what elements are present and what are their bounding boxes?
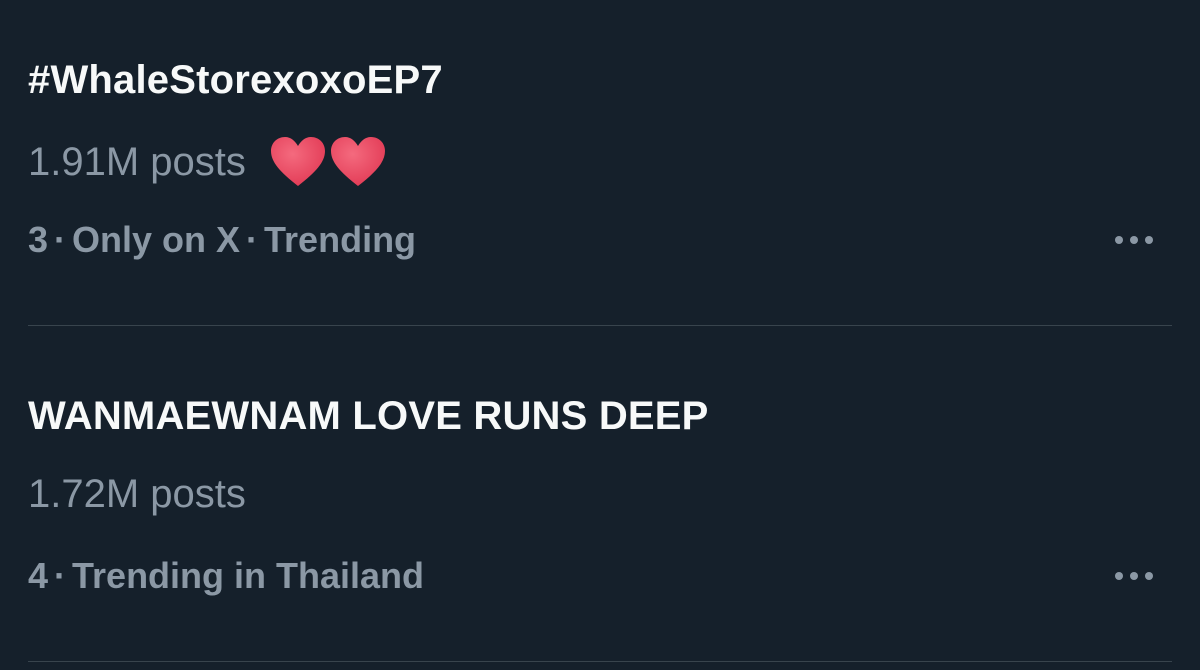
more-horizontal-icon-dot — [1130, 236, 1138, 244]
trend-item[interactable]: WANMAEWNAM LOVE RUNS DEEP 1.72M posts 4 ·… — [0, 326, 1200, 660]
trend-post-count: 1.72M posts — [28, 470, 246, 518]
more-options-button[interactable] — [1104, 220, 1164, 260]
more-horizontal-icon-dot — [1145, 236, 1153, 244]
more-horizontal-icon — [1115, 236, 1123, 244]
separator: · — [246, 219, 259, 260]
trend-title: #WhaleStorexoxoEP7 — [28, 58, 443, 102]
trend-context: 3 · Only on X · Trending — [28, 218, 416, 262]
trend-category: Trending — [264, 219, 417, 260]
trend-post-count-text: 1.72M posts — [28, 472, 246, 516]
trend-item[interactable]: #WhaleStorexoxoEP7 1.91M posts 3 · Only … — [0, 0, 1200, 325]
more-horizontal-icon — [1115, 572, 1123, 580]
more-options-button[interactable] — [1104, 556, 1164, 596]
trending-list: #WhaleStorexoxoEP7 1.91M posts 3 · Only … — [0, 0, 1200, 670]
trend-post-count: 1.91M posts — [28, 134, 388, 190]
trend-rank: 3 — [28, 219, 49, 260]
separator: · — [54, 219, 67, 260]
trend-context: 4 · Trending in Thailand — [28, 554, 424, 598]
heart-icon — [328, 134, 388, 190]
divider — [28, 661, 1172, 662]
more-horizontal-icon-dot — [1145, 572, 1153, 580]
trend-title: WANMAEWNAM LOVE RUNS DEEP — [28, 394, 709, 438]
heart-emojis — [268, 134, 388, 190]
separator: · — [54, 555, 67, 596]
heart-icon — [268, 134, 328, 190]
trend-context-label: Only on X — [72, 219, 241, 260]
trend-context-label: Trending in Thailand — [72, 555, 425, 596]
trend-post-count-text: 1.91M posts — [28, 140, 246, 184]
more-horizontal-icon-dot — [1130, 572, 1138, 580]
trend-rank: 4 — [28, 555, 49, 596]
